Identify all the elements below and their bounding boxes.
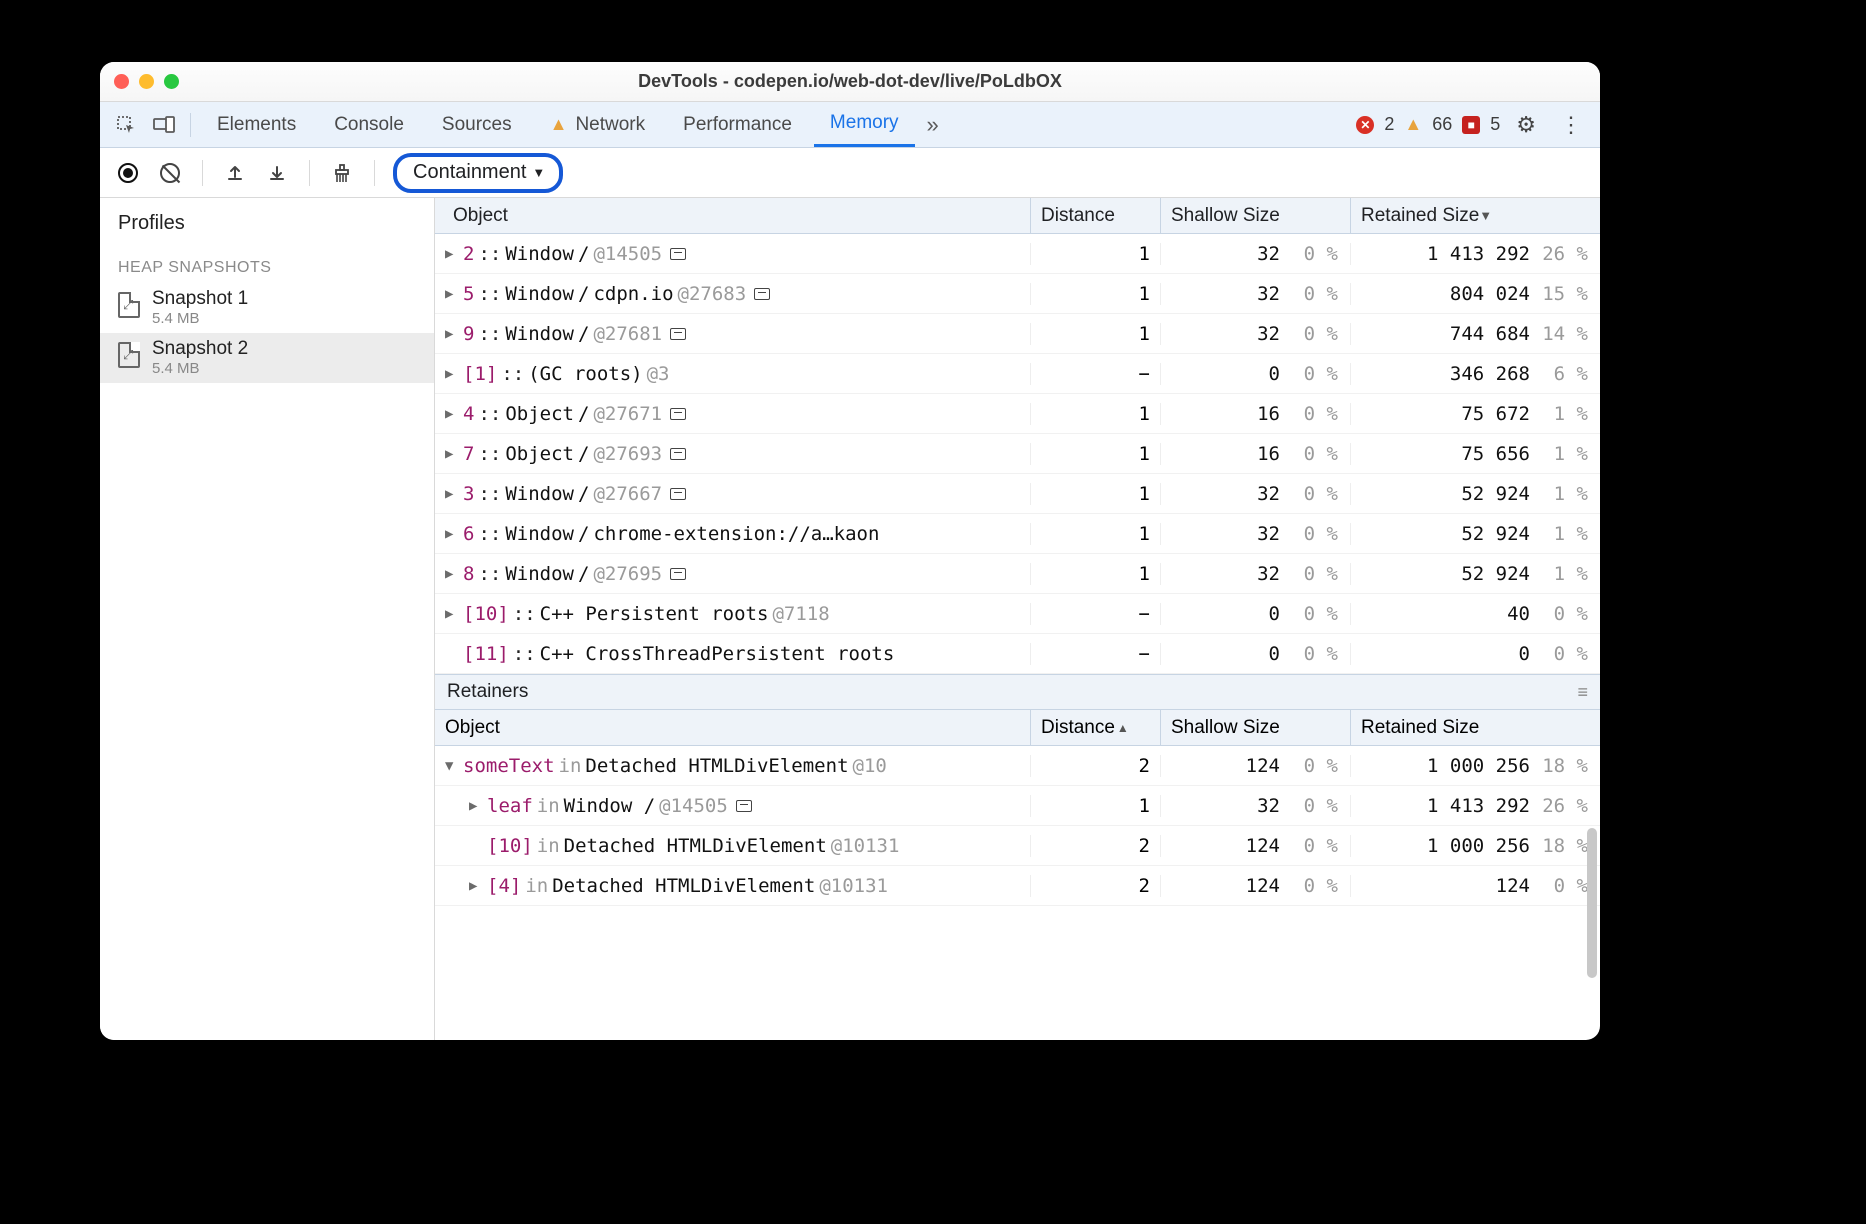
record-button[interactable]: [114, 159, 142, 187]
object-table-body[interactable]: ▶ 2 :: Window / @14505 1320 %1 413 29226…: [435, 234, 1600, 674]
tab-console[interactable]: Console: [318, 102, 420, 147]
export-icon[interactable]: [221, 159, 249, 187]
error-count: 2: [1384, 114, 1394, 135]
retainers-table-header: Object Distance Shallow Size Retained Si…: [435, 710, 1600, 746]
col-retained[interactable]: Retained Size: [1350, 198, 1600, 233]
table-row[interactable]: ▶ [1] :: (GC roots) @3−00 %346 2686 %: [435, 354, 1600, 394]
window-icon: [670, 248, 686, 260]
ret-col-shallow[interactable]: Shallow Size: [1160, 710, 1350, 745]
window-icon: [670, 568, 686, 580]
profiles-heading: Profiles: [100, 198, 434, 249]
warning-badge-icon[interactable]: ▲: [1404, 114, 1422, 135]
window-title: DevTools - codepen.io/web-dot-dev/live/P…: [100, 71, 1600, 92]
table-row[interactable]: ▶ 7 :: Object / @27693 1160 %75 6561 %: [435, 434, 1600, 474]
main-panel: Object Distance Shallow Size Retained Si…: [435, 198, 1600, 1040]
more-options-icon[interactable]: ⋮: [1552, 112, 1590, 138]
close-window-button[interactable]: [114, 74, 129, 89]
snapshot-item-2[interactable]: Snapshot 25.4 MB: [100, 333, 434, 383]
table-row[interactable]: ▶ 9 :: Window / @27681 1320 %744 68414 %: [435, 314, 1600, 354]
ret-col-object[interactable]: Object: [435, 710, 1030, 745]
more-tabs-icon[interactable]: »: [921, 112, 945, 138]
col-object[interactable]: Object: [443, 198, 1030, 233]
settings-gear-icon[interactable]: ⚙: [1510, 112, 1542, 138]
table-row[interactable]: ▶ 5 :: Window / cdpn.io @27683 1320 %804…: [435, 274, 1600, 314]
object-table-header: Object Distance Shallow Size Retained Si…: [435, 198, 1600, 234]
error-badge-icon[interactable]: ✕: [1356, 116, 1374, 134]
profiles-sidebar: Profiles HEAP SNAPSHOTS Snapshot 15.4 MB…: [100, 198, 435, 1040]
clear-button[interactable]: [156, 159, 184, 187]
tab-network[interactable]: ▲Network: [534, 102, 662, 147]
retainers-menu-icon[interactable]: ≡: [1577, 682, 1588, 703]
tab-sources[interactable]: Sources: [426, 102, 528, 147]
tabstrip: Elements Console Sources ▲Network Perfor…: [100, 102, 1600, 148]
memory-toolbar: Containment ▼: [100, 148, 1600, 198]
table-row[interactable]: ▶ leaf in Window / @14505 1320 %1 413 29…: [435, 786, 1600, 826]
collect-garbage-icon[interactable]: [328, 159, 356, 187]
dropdown-caret-icon: ▼: [532, 165, 545, 180]
devtools-window: DevTools - codepen.io/web-dot-dev/live/P…: [100, 62, 1600, 1040]
col-shallow[interactable]: Shallow Size: [1160, 198, 1350, 233]
heap-snapshots-group-label: HEAP SNAPSHOTS: [100, 249, 434, 283]
issue-count: 5: [1490, 114, 1500, 135]
issue-badge-icon[interactable]: ■: [1462, 116, 1480, 134]
table-row[interactable]: ▶ 4 :: Object / @27671 1160 %75 6721 %: [435, 394, 1600, 434]
tab-elements[interactable]: Elements: [201, 102, 312, 147]
maximize-window-button[interactable]: [164, 74, 179, 89]
window-icon: [670, 408, 686, 420]
perspective-dropdown[interactable]: Containment ▼: [393, 153, 563, 193]
window-icon: [670, 488, 686, 500]
table-row[interactable]: [10] in Detached HTMLDivElement @1013121…: [435, 826, 1600, 866]
window-icon: [670, 328, 686, 340]
warning-icon: ▲: [550, 114, 568, 135]
table-row[interactable]: ▶ [4] in Detached HTMLDivElement @101312…: [435, 866, 1600, 906]
table-row[interactable]: ▶ [10] :: C++ Persistent roots @7118−00 …: [435, 594, 1600, 634]
table-row[interactable]: [11] :: C++ CrossThreadPersistent roots−…: [435, 634, 1600, 674]
device-toolbar-icon[interactable]: [148, 109, 180, 141]
warning-count: 66: [1432, 114, 1452, 135]
snapshot-file-icon: [118, 342, 140, 368]
inspect-element-icon[interactable]: [110, 109, 142, 141]
table-row[interactable]: ▶ 3 :: Window / @27667 1320 %52 9241 %: [435, 474, 1600, 514]
tab-performance[interactable]: Performance: [667, 102, 808, 147]
retainers-table-body[interactable]: ▼ someText in Detached HTMLDivElement @1…: [435, 746, 1600, 906]
ret-col-retained[interactable]: Retained Size: [1350, 710, 1600, 745]
col-distance[interactable]: Distance: [1030, 198, 1160, 233]
snapshot-file-icon: [118, 292, 140, 318]
import-icon[interactable]: [263, 159, 291, 187]
table-row[interactable]: ▶ 2 :: Window / @14505 1320 %1 413 29226…: [435, 234, 1600, 274]
ret-col-distance[interactable]: Distance: [1030, 710, 1160, 745]
window-icon: [670, 448, 686, 460]
retainers-section-header: Retainers ≡: [435, 674, 1600, 710]
table-row[interactable]: ▶ 6 :: Window / chrome-extension://a…kao…: [435, 514, 1600, 554]
minimize-window-button[interactable]: [139, 74, 154, 89]
tab-memory[interactable]: Memory: [814, 102, 915, 147]
snapshot-item-1[interactable]: Snapshot 15.4 MB: [100, 283, 434, 333]
titlebar: DevTools - codepen.io/web-dot-dev/live/P…: [100, 62, 1600, 102]
window-icon: [754, 288, 770, 300]
window-controls: [114, 74, 179, 89]
scrollbar-thumb[interactable]: [1587, 828, 1597, 978]
window-icon: [736, 800, 752, 812]
table-row[interactable]: ▼ someText in Detached HTMLDivElement @1…: [435, 746, 1600, 786]
table-row[interactable]: ▶ 8 :: Window / @27695 1320 %52 9241 %: [435, 554, 1600, 594]
